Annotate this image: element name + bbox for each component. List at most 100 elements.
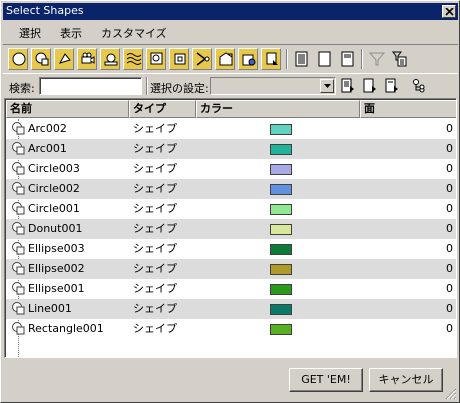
row-faces: 0 xyxy=(446,162,453,175)
shape-object-icon xyxy=(12,122,25,135)
row-name: Circle003 xyxy=(28,162,80,175)
filter-donut-button[interactable] xyxy=(54,48,74,70)
table-row[interactable]: Arc001 シェイプ 0 xyxy=(6,139,456,159)
ellipse-icon xyxy=(104,53,118,66)
menu-select[interactable]: 選択 xyxy=(19,25,41,41)
helix-icon xyxy=(126,53,142,65)
color-swatch xyxy=(270,264,292,275)
rectangle-icon xyxy=(174,53,186,65)
table-row[interactable]: Circle001 シェイプ 0 xyxy=(6,199,456,219)
resize-grip-icon[interactable] xyxy=(445,388,457,400)
row-type: シェイプ xyxy=(133,302,177,315)
column-header-name[interactable]: 名前 xyxy=(6,100,129,118)
column-header-type[interactable]: タイプ xyxy=(129,100,196,118)
filter-rectangle-button[interactable] xyxy=(169,48,189,70)
row-faces: 0 xyxy=(446,262,453,275)
column-header-faces[interactable]: 面 xyxy=(360,100,456,118)
remove-set-icon xyxy=(385,78,398,93)
row-name: Ellipse001 xyxy=(28,282,85,295)
object-list[interactable]: 名前 タイプ カラー 面 Arc002 シェイプ 0 Arc001 シェイプ 0 Circl… xyxy=(4,98,457,358)
color-swatch xyxy=(270,224,292,235)
text-icon xyxy=(266,52,278,65)
selection-set-label: 選択の設定: xyxy=(150,82,209,95)
shape-object-icon xyxy=(12,242,25,255)
table-row[interactable]: Rectangle001 シェイプ 0 xyxy=(6,319,456,339)
table-row[interactable]: Circle003 シェイプ 0 xyxy=(6,159,456,179)
shape-object-icon xyxy=(12,142,25,155)
menu-customize[interactable]: カスタマイズ xyxy=(101,25,167,41)
menu-bar: 選択 表示 カスタマイズ xyxy=(3,22,458,42)
selection-set-dropdown[interactable] xyxy=(210,77,336,95)
edit-selection-set-button[interactable] xyxy=(338,76,358,96)
select-all-button[interactable] xyxy=(291,48,311,70)
row-type: シェイプ xyxy=(133,322,177,335)
color-swatch xyxy=(270,184,292,195)
color-swatch xyxy=(270,324,292,335)
select-dependents-button[interactable] xyxy=(409,76,429,96)
section-icon xyxy=(219,52,233,66)
table-row[interactable]: Circle002 シェイプ 0 xyxy=(6,179,456,199)
search-separator xyxy=(146,77,148,95)
filter-ellipse-button[interactable] xyxy=(100,48,120,70)
table-row[interactable]: Arc002 シェイプ 0 xyxy=(6,119,456,139)
table-row[interactable]: Donut001 シェイプ 0 xyxy=(6,219,456,239)
filter-section-button[interactable] xyxy=(215,48,235,70)
row-type: シェイプ xyxy=(133,182,177,195)
search-row: 検索: 選択の設定: xyxy=(3,76,458,98)
row-faces: 0 xyxy=(446,222,453,235)
row-name: Ellipse003 xyxy=(28,242,85,255)
filter-text-button[interactable] xyxy=(261,48,281,70)
filter-ngon-button[interactable] xyxy=(146,48,166,70)
filter-arc-button[interactable] xyxy=(31,48,51,70)
table-row[interactable]: Ellipse002 シェイプ 0 xyxy=(6,259,456,279)
close-button[interactable] xyxy=(442,5,456,18)
filter-toggle-button[interactable] xyxy=(366,48,386,70)
title-bar[interactable]: Select Shapes xyxy=(3,3,458,20)
row-name: Ellipse002 xyxy=(28,262,85,275)
table-row[interactable]: Ellipse001 シェイプ 0 xyxy=(6,279,456,299)
get-em-button[interactable]: GET 'EM! xyxy=(289,368,363,392)
search-input[interactable] xyxy=(39,77,142,95)
table-row[interactable]: Line001 シェイプ 0 xyxy=(6,299,456,319)
row-faces: 0 xyxy=(446,202,453,215)
toolbar-separator xyxy=(286,49,288,69)
remove-selection-set-button[interactable] xyxy=(382,76,402,96)
dropdown-arrow-button[interactable] xyxy=(320,79,334,93)
select-none-button[interactable] xyxy=(314,48,334,70)
shape-object-icon xyxy=(12,162,25,175)
add-set-icon xyxy=(363,78,376,93)
donut-icon xyxy=(58,53,71,64)
shape-object-icon xyxy=(12,302,25,315)
chevron-down-icon xyxy=(324,84,331,88)
menu-display[interactable]: 表示 xyxy=(60,25,82,41)
row-type: シェイプ xyxy=(133,282,177,295)
row-name: Donut001 xyxy=(28,222,83,235)
color-swatch xyxy=(270,244,292,255)
row-name: Circle001 xyxy=(28,202,80,215)
table-row[interactable]: Ellipse003 シェイプ 0 xyxy=(6,239,456,259)
toolbar-separator xyxy=(361,49,363,69)
column-header-color[interactable]: カラー xyxy=(196,100,360,118)
row-name: Line001 xyxy=(28,302,72,315)
list-rows: Arc002 シェイプ 0 Arc001 シェイプ 0 Circle003 シェイプ 0 Circ… xyxy=(5,119,456,357)
filter-helix-button[interactable] xyxy=(123,48,143,70)
star-icon xyxy=(242,54,256,66)
color-swatch xyxy=(270,284,292,295)
row-name: Rectangle001 xyxy=(28,322,104,335)
filter-circle-button[interactable] xyxy=(8,48,28,70)
filter-star-button[interactable] xyxy=(238,48,258,70)
color-swatch xyxy=(270,164,292,175)
row-faces: 0 xyxy=(446,282,453,295)
row-name: Circle002 xyxy=(28,182,80,195)
circle-icon xyxy=(12,52,26,66)
camera-icon xyxy=(81,52,95,64)
shape-object-icon xyxy=(12,322,25,335)
filter-line-button[interactable] xyxy=(192,48,212,70)
cancel-button[interactable]: キャンセル xyxy=(369,368,443,392)
filter-options-button[interactable] xyxy=(389,48,409,70)
window-title: Select Shapes xyxy=(6,4,84,17)
add-selection-set-button[interactable] xyxy=(360,76,380,96)
filter-camera-button[interactable] xyxy=(77,48,97,70)
select-invert-button[interactable] xyxy=(337,48,357,70)
row-faces: 0 xyxy=(446,302,453,315)
